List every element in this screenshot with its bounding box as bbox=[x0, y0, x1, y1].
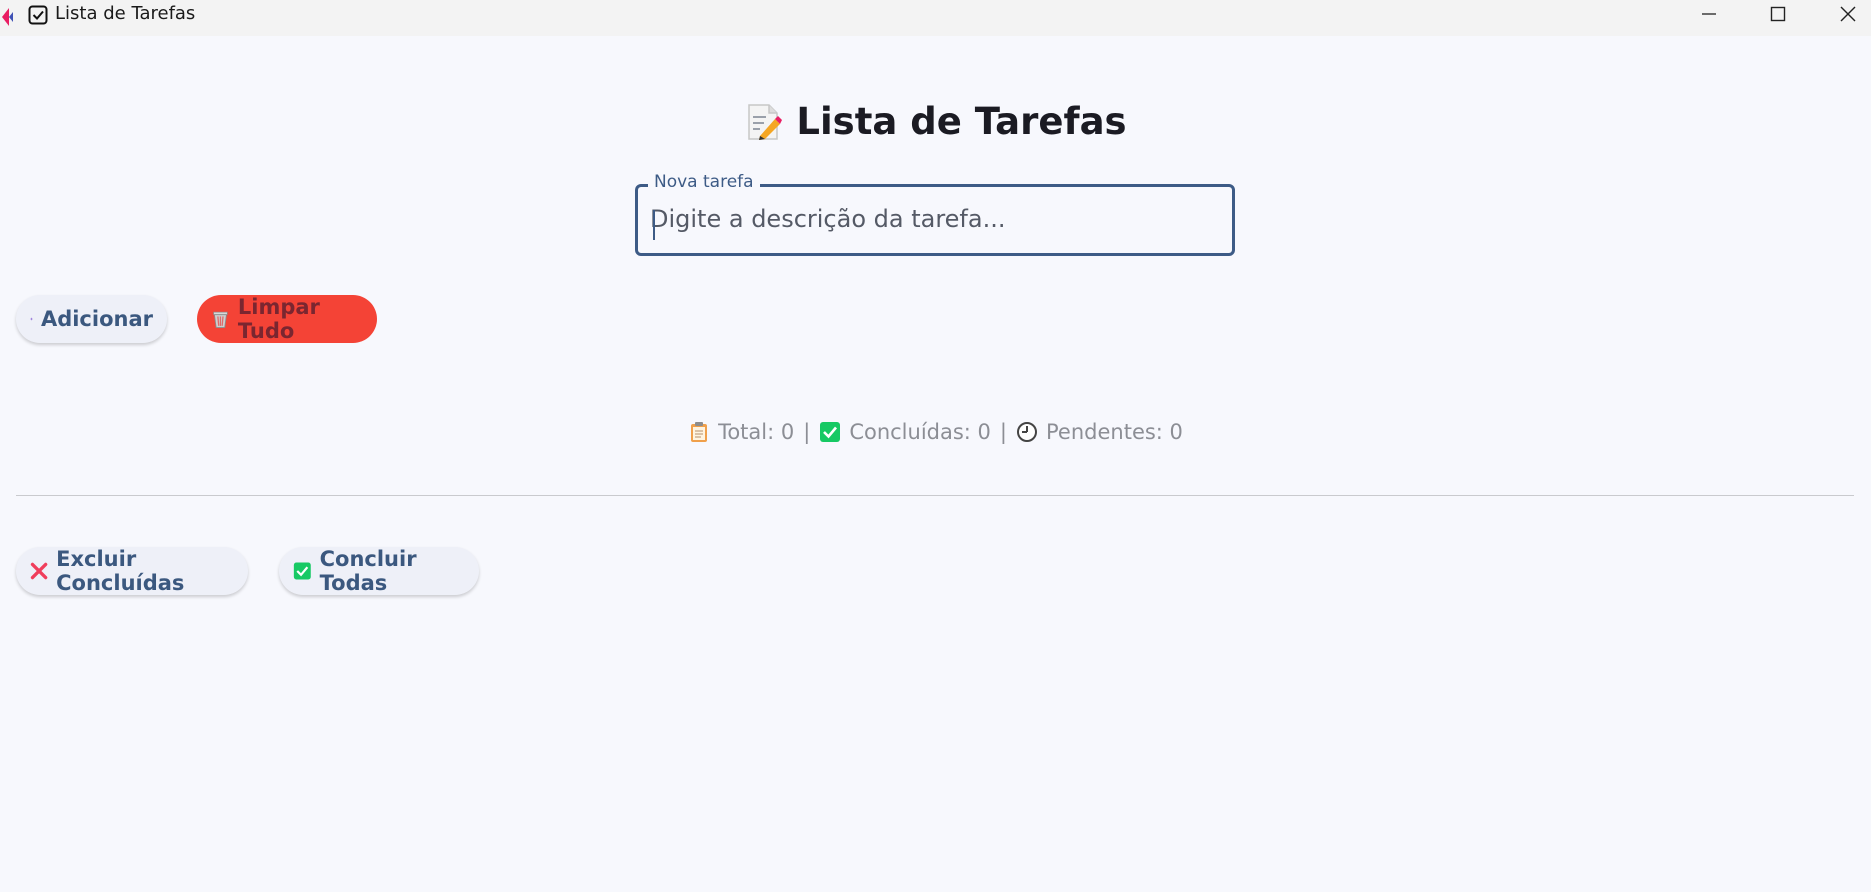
stat-pending: Pendentes: 0 bbox=[1046, 420, 1183, 444]
stat-separator: | bbox=[999, 420, 1007, 444]
add-task-label: Adicionar bbox=[40, 307, 153, 331]
clear-all-button[interactable]: Limpar Tudo bbox=[197, 295, 377, 343]
complete-all-label: Concluir Todas bbox=[319, 547, 417, 595]
title-bar: Lista de Tarefas bbox=[0, 0, 1871, 36]
new-task-label: Nova tarefa bbox=[648, 172, 760, 192]
minimize-button[interactable] bbox=[1686, 0, 1732, 28]
plus-icon bbox=[30, 317, 33, 321]
add-task-button[interactable]: Adicionar bbox=[16, 295, 167, 343]
close-icon bbox=[1840, 6, 1856, 22]
stat-total: Total: 0 bbox=[718, 420, 795, 444]
page-title: Lista de Tarefas bbox=[796, 100, 1127, 143]
page-header: Lista de Tarefas bbox=[0, 100, 1871, 143]
task-stats: Total: 0 | Concluídas: 0 | Pendentes: 0 bbox=[0, 420, 1871, 444]
maximize-button[interactable] bbox=[1755, 0, 1801, 28]
complete-all-button[interactable]: Concluir Todas bbox=[279, 547, 479, 595]
text-caret bbox=[653, 210, 655, 240]
maximize-icon bbox=[1770, 6, 1786, 22]
delete-completed-label: Excluir Concluídas bbox=[56, 547, 185, 595]
stat-done: Concluídas: 0 bbox=[849, 420, 991, 444]
checkbox-icon bbox=[28, 5, 48, 25]
delete-completed-button[interactable]: Excluir Concluídas bbox=[16, 547, 248, 595]
window-title: Lista de Tarefas bbox=[55, 3, 196, 24]
check-box-icon bbox=[820, 422, 841, 442]
clipboard-icon bbox=[691, 422, 708, 442]
divider bbox=[16, 495, 1854, 496]
clock-icon bbox=[1017, 422, 1037, 442]
close-button[interactable] bbox=[1825, 0, 1871, 28]
check-box-icon bbox=[293, 562, 311, 580]
app-logo-icon bbox=[2, 8, 13, 26]
new-task-field[interactable]: Nova tarefa bbox=[635, 172, 1235, 256]
cross-icon bbox=[30, 562, 48, 580]
trash-icon bbox=[213, 311, 228, 329]
stat-separator: | bbox=[803, 420, 811, 444]
minimize-icon bbox=[1702, 13, 1716, 15]
new-task-input[interactable] bbox=[650, 201, 1220, 237]
clear-all-label: Limpar Tudo bbox=[237, 295, 320, 343]
memo-icon bbox=[748, 103, 783, 140]
